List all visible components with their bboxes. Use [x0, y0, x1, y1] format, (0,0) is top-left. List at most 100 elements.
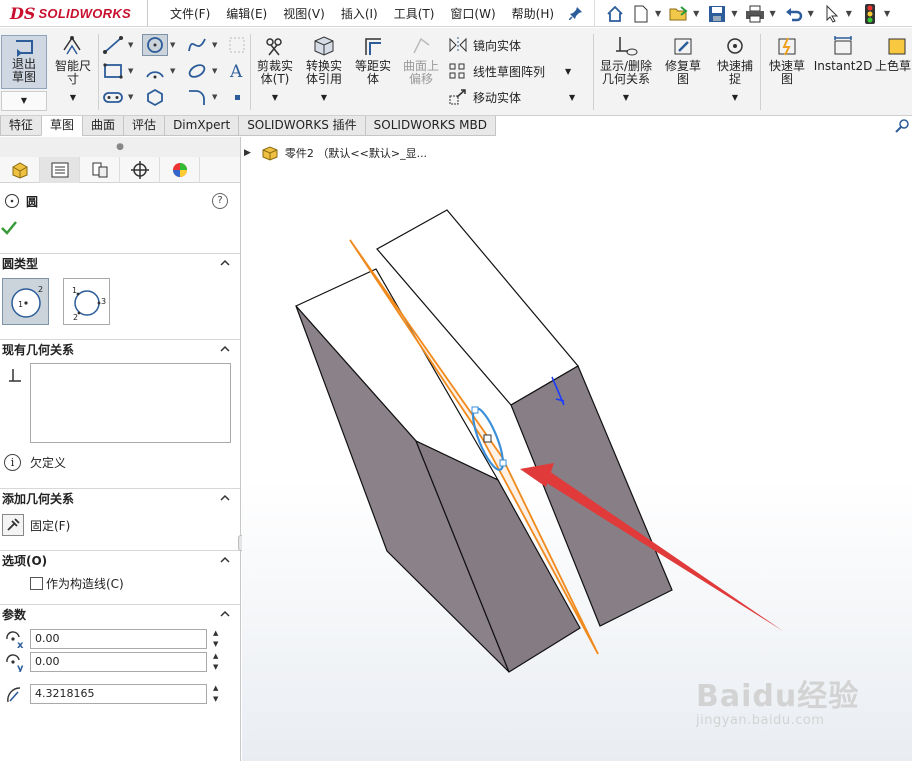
collapse-up-icon[interactable] — [220, 344, 230, 354]
menu-file[interactable]: 文件(F) — [170, 5, 210, 22]
move-entities-button[interactable]: 移动实体 ▼ — [448, 88, 575, 106]
feature-manager-tab-icon[interactable] — [0, 157, 40, 183]
exit-sketch-button[interactable]: 退出草图 — [1, 35, 47, 89]
chevron-down-icon[interactable]: ▼ — [1, 91, 47, 111]
polygon-tool-icon[interactable] — [142, 86, 168, 108]
collapse-up-icon[interactable] — [220, 258, 230, 268]
chevron-down-icon[interactable]: ▼ — [731, 9, 737, 18]
menu-tools[interactable]: 工具(T) — [394, 5, 435, 22]
grid-snap-icon[interactable] — [224, 34, 250, 56]
chevron-down-icon[interactable]: ▼ — [569, 93, 575, 102]
menu-help[interactable]: 帮助(H) — [512, 5, 554, 22]
trim-entities-button[interactable]: 剪裁实体(T) ▼ — [252, 34, 298, 104]
chevron-down-icon[interactable]: ▼ — [272, 91, 278, 104]
tab-sketch[interactable]: 草图 — [41, 116, 84, 136]
chevron-down-icon[interactable]: ▼ — [212, 41, 217, 49]
slot-tool-icon[interactable] — [100, 86, 126, 108]
ok-check-icon[interactable] — [0, 218, 20, 238]
rapid-sketch-button[interactable]: 快速草图 — [764, 34, 810, 86]
property-manager-tab-icon[interactable] — [40, 157, 80, 183]
rebuild-traffic-light-icon[interactable] — [858, 3, 882, 25]
fix-anchor-icon[interactable] — [2, 514, 24, 536]
tab-surfaces[interactable]: 曲面 — [82, 116, 125, 136]
center-x-input[interactable]: 0.00 — [30, 629, 207, 649]
section-existing-relations[interactable]: 现有几何关系 — [0, 339, 240, 359]
repair-sketch-button[interactable]: 修复草图 — [660, 34, 706, 86]
construction-checkbox[interactable] — [30, 577, 43, 590]
print-icon[interactable] — [743, 3, 767, 25]
tab-mbd[interactable]: SOLIDWORKS MBD — [364, 116, 496, 136]
radius-spinner[interactable]: ▲ ▼ — [213, 684, 223, 704]
collapse-up-icon[interactable] — [220, 609, 230, 619]
fix-relation-row[interactable]: 固定(F) — [2, 514, 70, 536]
point-tool-icon[interactable] — [224, 86, 250, 108]
help-icon[interactable]: ? — [212, 193, 228, 209]
menu-edit[interactable]: 编辑(E) — [226, 5, 267, 22]
circle-tool-icon[interactable] — [142, 34, 168, 56]
chevron-down-icon[interactable]: ▼ — [170, 67, 175, 75]
chevron-down-icon[interactable]: ▼ — [808, 9, 814, 18]
chevron-down-icon[interactable]: ▼ — [846, 9, 852, 18]
display-manager-tab-icon[interactable] — [160, 157, 200, 183]
quick-snap-button[interactable]: 快速捕捉 ▼ — [712, 34, 758, 104]
center-circle-button[interactable]: 12 — [2, 278, 49, 325]
solidworks-logo[interactable]: DS SOLIDWORKS — [0, 0, 148, 27]
chevron-down-icon[interactable]: ▼ — [693, 9, 699, 18]
section-options[interactable]: 选项(O) — [0, 550, 240, 570]
smart-dimension-button[interactable]: 智能尺寸 ▼ — [52, 34, 94, 104]
chevron-down-icon[interactable]: ▼ — [128, 93, 133, 101]
collapse-up-icon[interactable] — [220, 555, 230, 565]
mirror-entities-button[interactable]: 镜向实体 — [448, 36, 521, 54]
fillet-tool-icon[interactable] — [184, 86, 210, 108]
chevron-down-icon[interactable]: ▼ — [623, 91, 629, 104]
tab-dimxpert[interactable]: DimXpert — [164, 116, 240, 136]
shaded-sketch-contours-button[interactable]: 上色草图轮廓 — [874, 34, 912, 73]
chevron-down-icon[interactable]: ▼ — [655, 9, 661, 18]
display-relations-button[interactable]: 显示/删除几何关系 ▼ — [596, 34, 656, 104]
tab-evaluate[interactable]: 评估 — [123, 116, 166, 136]
chevron-down-icon[interactable]: ▼ — [884, 9, 890, 18]
chevron-down-icon[interactable]: ▼ — [565, 67, 571, 76]
panel-grip[interactable]: ● — [0, 137, 240, 157]
center-x-spinner[interactable]: ▲ ▼ — [213, 629, 223, 649]
linear-pattern-button[interactable]: 线性草图阵列 ▼ — [448, 62, 571, 80]
ellipse-tool-icon[interactable] — [184, 60, 210, 82]
select-cursor-icon[interactable] — [820, 3, 844, 25]
graphics-area[interactable]: ▶ 零件2 （默认<<默认>_显... Baidu经验 jingyan.baid… — [242, 137, 912, 761]
chevron-down-icon[interactable]: ▼ — [70, 91, 76, 104]
undo-icon[interactable] — [782, 3, 806, 25]
perimeter-circle-button[interactable]: 1 3 2 — [63, 278, 110, 325]
tab-addins[interactable]: SOLIDWORKS 插件 — [238, 116, 366, 136]
section-add-relations[interactable]: 添加几何关系 — [0, 488, 240, 508]
offset-entities-button[interactable]: 等距实体 — [350, 34, 396, 86]
menu-window[interactable]: 窗口(W) — [450, 5, 495, 22]
open-folder-icon[interactable] — [667, 3, 691, 25]
chevron-down-icon[interactable]: ▼ — [128, 41, 133, 49]
chevron-down-icon[interactable]: ▼ — [212, 93, 217, 101]
collapse-up-icon[interactable] — [220, 493, 230, 503]
instant2d-button[interactable]: Instant2D — [814, 34, 872, 73]
radius-input[interactable]: 4.3218165 — [30, 684, 207, 704]
configuration-manager-tab-icon[interactable] — [80, 157, 120, 183]
chevron-down-icon[interactable]: ▼ — [170, 41, 175, 49]
section-parameters[interactable]: 参数 — [0, 604, 240, 624]
search-icon[interactable] — [894, 118, 910, 134]
new-document-icon[interactable] — [629, 3, 653, 25]
menu-insert[interactable]: 插入(I) — [341, 5, 378, 22]
save-icon[interactable] — [705, 3, 729, 25]
center-y-input[interactable]: 0.00 — [30, 652, 207, 672]
text-tool-icon[interactable]: A — [224, 60, 250, 82]
rectangle-tool-icon[interactable] — [100, 60, 126, 82]
dimxpert-manager-tab-icon[interactable] — [120, 157, 160, 183]
existing-relations-list[interactable] — [30, 363, 231, 443]
spline-tool-icon[interactable] — [184, 34, 210, 56]
section-circle-type[interactable]: 圆类型 — [0, 253, 240, 273]
chevron-down-icon[interactable]: ▼ — [321, 91, 327, 104]
pin-icon[interactable] — [569, 6, 583, 20]
chevron-down-icon[interactable]: ▼ — [212, 67, 217, 75]
chevron-down-icon[interactable]: ▼ — [769, 9, 775, 18]
chevron-down-icon[interactable]: ▼ — [732, 91, 738, 104]
line-tool-icon[interactable] — [100, 34, 126, 56]
chevron-down-icon[interactable]: ▼ — [128, 67, 133, 75]
construction-geometry-option[interactable]: 作为构造线(C) — [30, 575, 124, 592]
